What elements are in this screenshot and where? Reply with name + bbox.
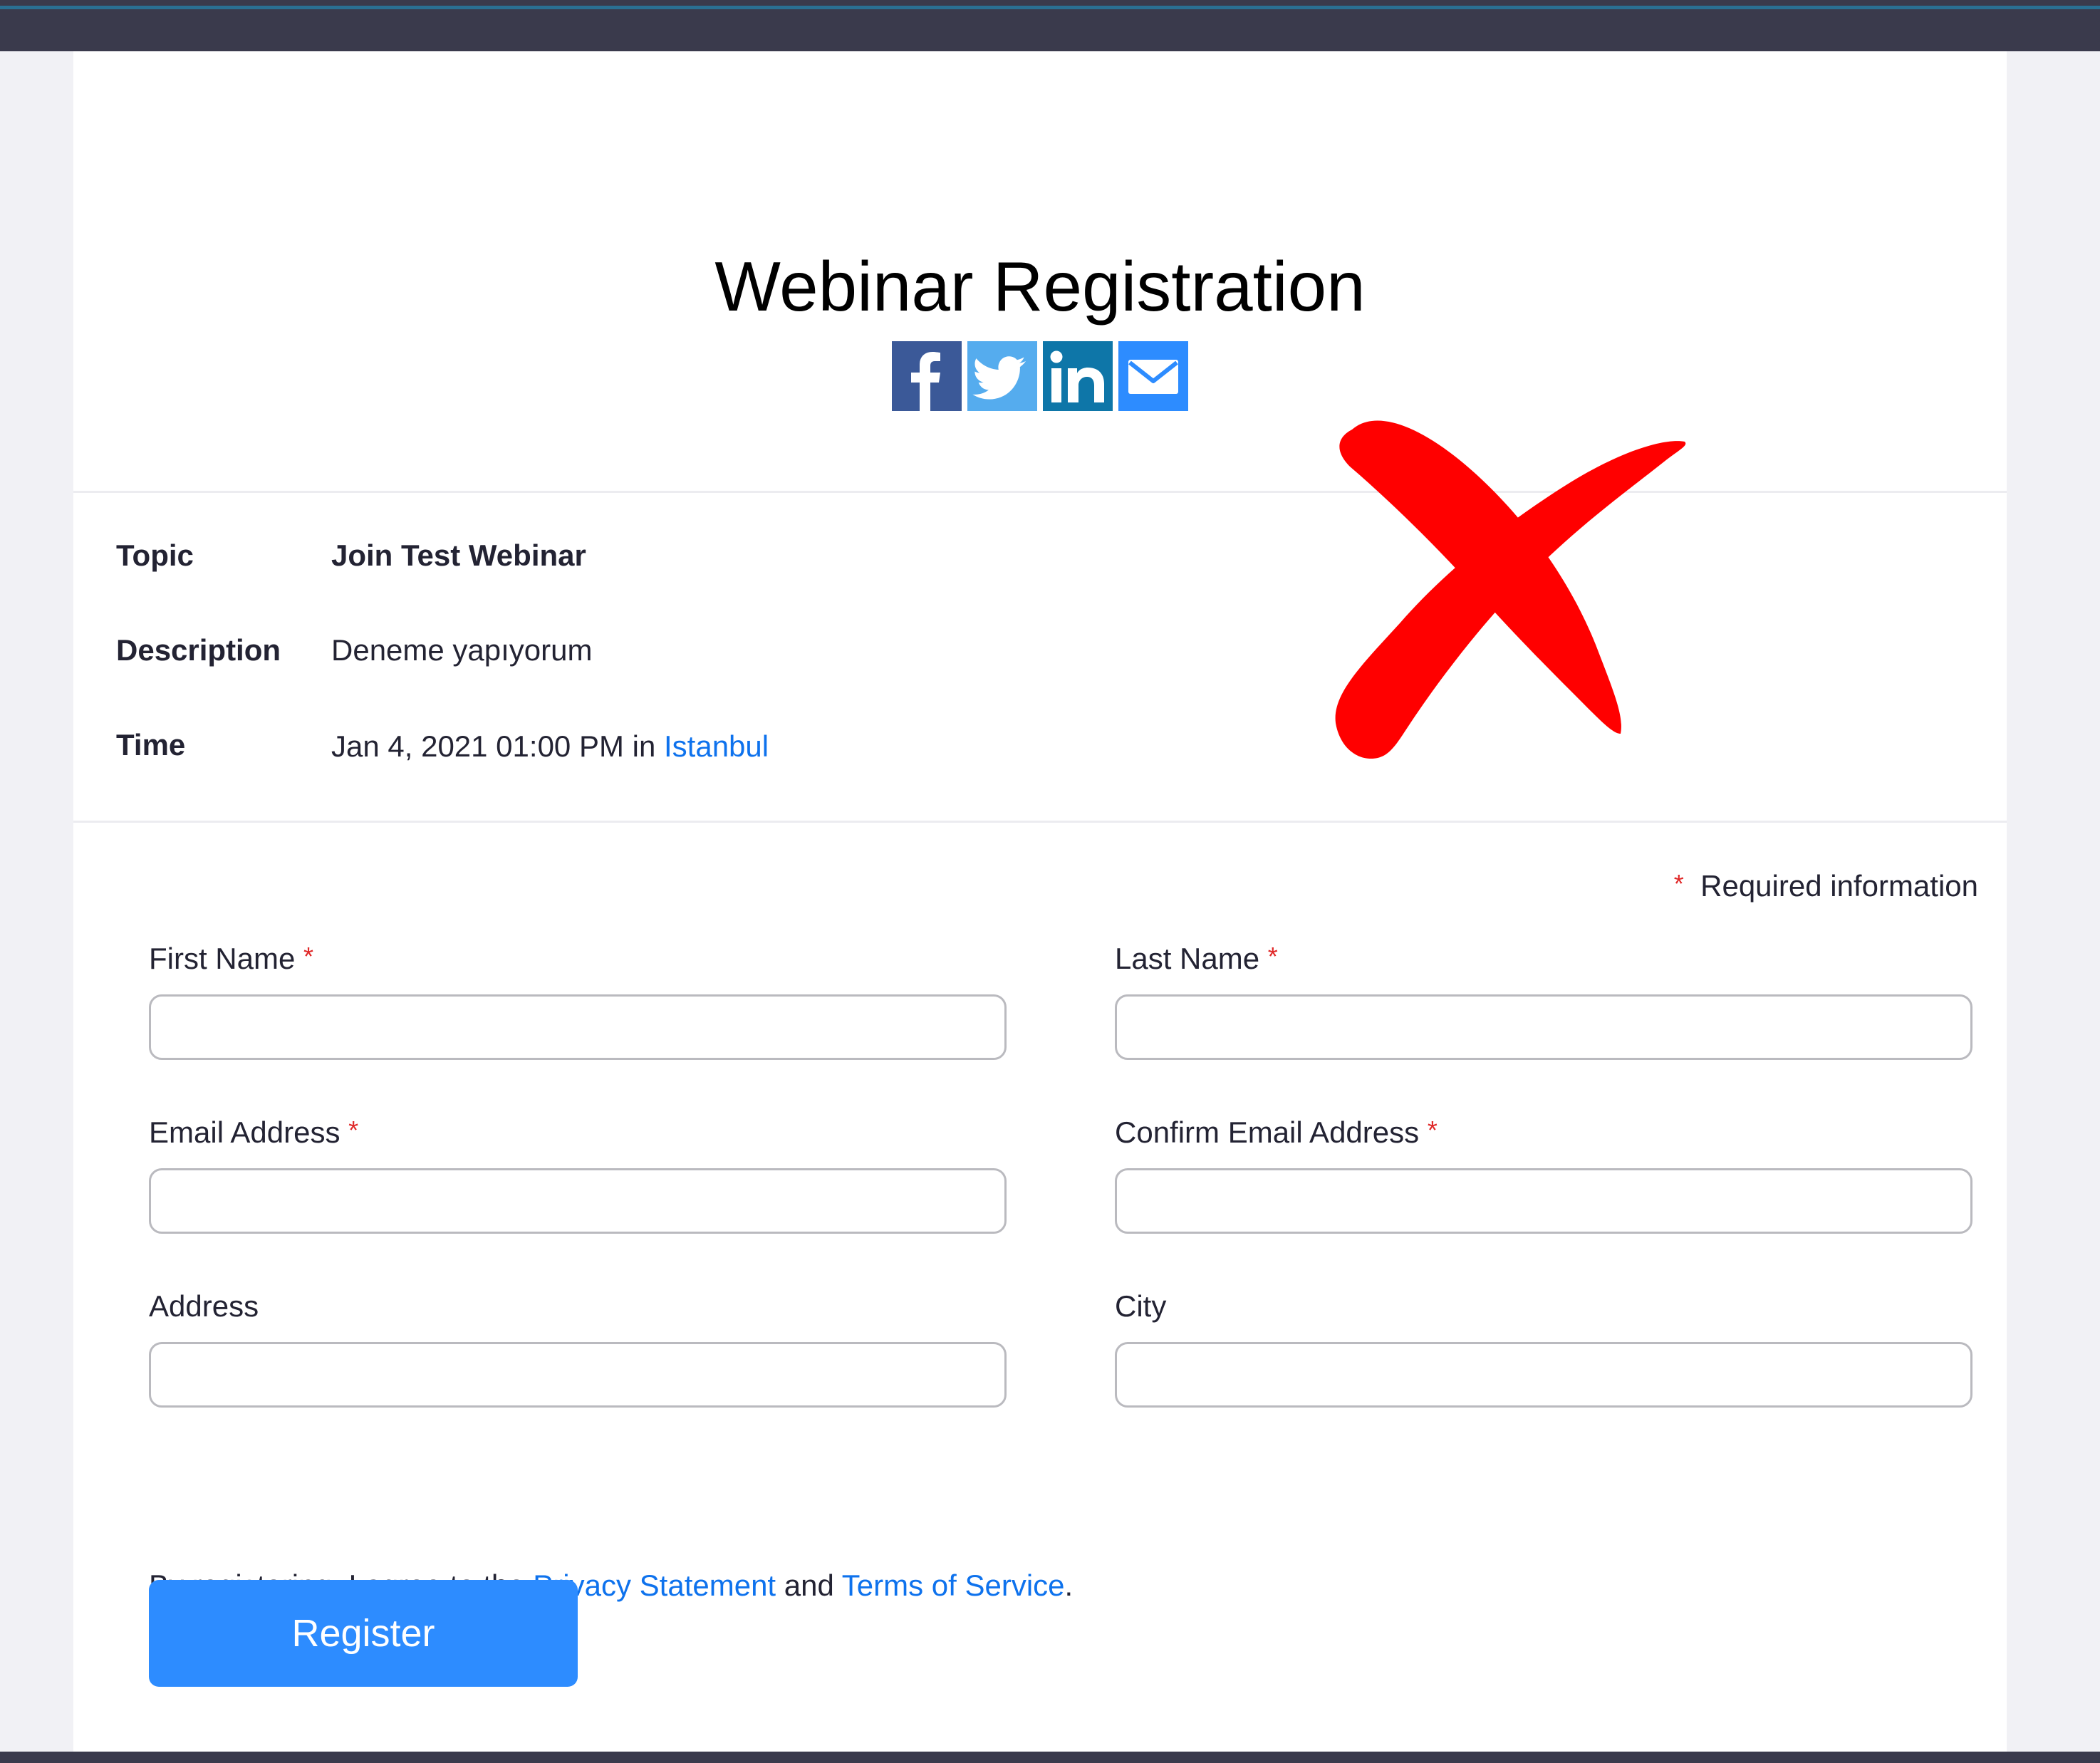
address-label-text: Address (149, 1289, 259, 1323)
first-name-label: First Name * (149, 942, 313, 976)
red-x-annotation (1335, 420, 1686, 759)
time-text: Jan 4, 2021 01:00 PM in (331, 729, 656, 763)
time-label: Time (116, 728, 186, 761)
required-star: * (1427, 1115, 1438, 1145)
registration-card: Webinar Registration Topic Join Test Web… (73, 51, 2007, 1752)
city-input[interactable] (1115, 1342, 1972, 1408)
browser-bottom-bar (0, 1752, 2100, 1763)
first-name-label-text: First Name (149, 942, 296, 975)
address-label: Address (149, 1289, 259, 1323)
twitter-share-button[interactable] (967, 341, 1037, 411)
topic-label: Topic (116, 539, 194, 572)
last-name-label: Last Name * (1115, 942, 1278, 976)
confirm-email-input[interactable] (1115, 1168, 1972, 1234)
legal-suffix: . (1064, 1569, 1074, 1602)
description-value: Deneme yapıyorum (331, 633, 593, 667)
required-star: * (303, 942, 314, 971)
info-divider (73, 821, 2007, 823)
address-input[interactable] (149, 1342, 1007, 1408)
top-bar-accent-line (0, 6, 2100, 9)
header-divider (73, 491, 2007, 493)
facebook-icon (911, 352, 940, 411)
email-label-text: Email Address (149, 1115, 341, 1149)
facebook-share-button[interactable] (892, 341, 962, 411)
email-label: Email Address * (149, 1115, 358, 1150)
required-star: * (1267, 942, 1278, 971)
required-info-note: * Required information (1674, 869, 1978, 903)
required-star: * (348, 1115, 359, 1145)
page-title: Webinar Registration (714, 247, 1366, 326)
description-label: Description (116, 633, 281, 667)
confirm-email-label: Confirm Email Address * (1115, 1115, 1438, 1150)
city-label-text: City (1115, 1289, 1167, 1323)
last-name-input[interactable] (1115, 994, 1972, 1060)
timezone-link[interactable]: Istanbul (664, 729, 769, 763)
linkedin-icon (1050, 350, 1104, 402)
required-star: * (1673, 869, 1684, 898)
legal-and: and (784, 1569, 834, 1602)
required-note-text: Required information (1700, 869, 1978, 903)
terms-of-service-link[interactable]: Terms of Service (842, 1569, 1065, 1602)
register-button[interactable]: Register (149, 1580, 578, 1687)
confirm-email-label-text: Confirm Email Address (1115, 1115, 1420, 1149)
email-input[interactable] (149, 1168, 1007, 1234)
city-label: City (1115, 1289, 1166, 1323)
share-buttons (892, 341, 1188, 411)
topic-value: Join Test Webinar (331, 539, 586, 572)
last-name-label-text: Last Name (1115, 942, 1260, 975)
first-name-input[interactable] (149, 994, 1007, 1060)
email-share-button[interactable] (1118, 341, 1188, 411)
linkedin-share-button[interactable] (1043, 341, 1113, 411)
email-icon (1128, 360, 1178, 394)
time-value: Jan 4, 2021 01:00 PM in Istanbul (331, 729, 769, 764)
twitter-icon (972, 356, 1026, 400)
browser-top-bar (0, 0, 2100, 51)
